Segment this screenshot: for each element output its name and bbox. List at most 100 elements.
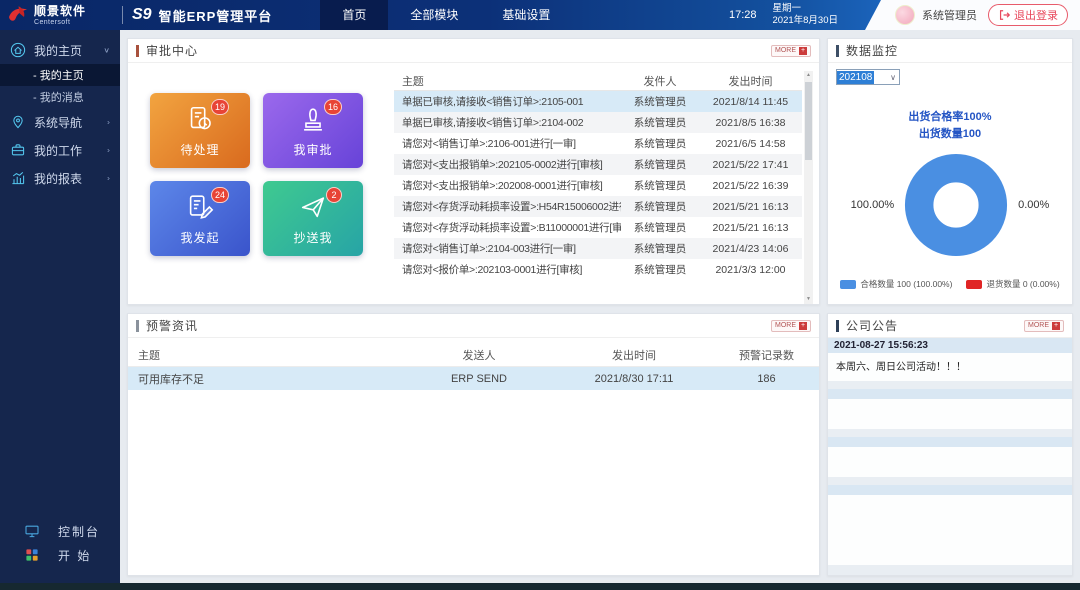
scroll-up-icon[interactable]: ▲ <box>804 71 813 80</box>
approval-row[interactable]: 请您对<支出报销单>:202105-0002进行[审核]系统管理员2021/5/… <box>394 154 802 175</box>
alerts-table: 主题发送人发出时间预警记录数 可用库存不足ERP SEND2021/8/30 1… <box>128 344 819 390</box>
chevron-down-icon: ∨ <box>103 46 110 55</box>
alerts-table-head: 主题发送人发出时间预警记录数 <box>128 344 819 367</box>
approval-row[interactable]: 请您对<存货浮动耗损率设置>:H54R15006002进行[审核]系统管理员20… <box>394 196 802 217</box>
monitor-legend: 合格数量 100 (100.00%) 退货数量 0 (0.00%) <box>836 278 1064 290</box>
message-subject: 请您对<支出报销单>:202105-0002进行[审核] <box>394 157 621 172</box>
announcement-item[interactable]: 2021-08-27 15:56:23本周六、周日公司活动！！！ <box>828 338 1072 381</box>
alerts-table-header: 主题发送人发出时间预警记录数 <box>128 344 819 367</box>
avatar[interactable] <box>895 5 915 25</box>
announcement-date <box>828 389 1072 399</box>
donut-right-label: 0.00% <box>1018 199 1049 211</box>
sidebar-item-label: 我的报表 <box>34 170 107 187</box>
sidebar-subitem-0-0[interactable]: - 我的主页 <box>0 64 120 86</box>
period-select[interactable]: 202108 ∨ <box>836 69 900 85</box>
sidebar-footer-item-1[interactable]: 开 始 <box>0 543 120 567</box>
chevron-right-icon: › <box>107 174 110 182</box>
alert-time: 2021/8/30 17:11 <box>554 373 714 385</box>
product-title: 智能ERP管理平台 <box>159 6 273 25</box>
data-monitor-panel: 数据监控 202108 ∨ 出货合格率100% 出货数量100 100.00% … <box>827 38 1073 305</box>
product-badge: S9 <box>132 6 152 24</box>
legend-label: 退货数量 0 (0.00%) <box>986 278 1059 290</box>
taskbar <box>0 583 1080 590</box>
alert-sender: ERP SEND <box>404 373 554 385</box>
start-icon <box>24 547 40 563</box>
approval-row[interactable]: 请您对<支出报销单>:202008-0001进行[审核]系统管理员2021/5/… <box>394 175 802 196</box>
column-header: 发件人 <box>621 73 699 89</box>
sidebar-item-1[interactable]: 系统导航› <box>0 108 120 136</box>
message-sender: 系统管理员 <box>621 115 699 130</box>
column-header: 发出时间 <box>554 347 714 363</box>
sidebar-item-0[interactable]: 我的主页∨ <box>0 36 120 64</box>
username: 系统管理员 <box>922 7 977 23</box>
approval-table: 主题发件人发出时间 单据已审核,请接收<销售订单>:2105-001系统管理员2… <box>394 71 813 304</box>
table-scrollbar[interactable]: ▲ ▼ <box>804 71 813 304</box>
console-icon <box>24 523 40 539</box>
announcement-item-empty <box>828 485 1072 565</box>
legend-item-0: 合格数量 100 (100.00%) <box>840 278 952 290</box>
badge-count: 24 <box>211 187 229 203</box>
approval-more-button[interactable]: MORE+ <box>771 45 811 57</box>
tile-stamp[interactable]: 16我审批 <box>263 93 363 168</box>
announcement-date <box>828 485 1072 495</box>
nav-tab-2[interactable]: 基础设置 <box>480 0 572 30</box>
legend-label: 合格数量 100 (100.00%) <box>860 278 952 290</box>
announcement-content <box>828 447 1072 477</box>
alerts-more-button[interactable]: MORE+ <box>771 320 811 332</box>
message-time: 2021/3/3 12:00 <box>699 264 802 276</box>
announcement-list: 2021-08-27 15:56:23本周六、周日公司活动！！！ <box>828 338 1072 575</box>
tile-send[interactable]: 2抄送我 <box>263 181 363 256</box>
message-sender: 系统管理员 <box>621 157 699 172</box>
alert-count: 186 <box>714 373 819 385</box>
alert-subject: 可用库存不足 <box>128 371 404 387</box>
approval-row[interactable]: 单据已审核,请接收<销售订单>:2104-002系统管理员2021/8/5 16… <box>394 112 802 133</box>
message-time: 2021/4/23 14:06 <box>699 243 802 255</box>
more-icon: + <box>799 47 807 55</box>
approval-table-head: 主题发件人发出时间 <box>394 71 802 91</box>
approval-row[interactable]: 请您对<销售订单>:2106-001进行[一审]系统管理员2021/6/5 14… <box>394 133 802 154</box>
tile-label: 待处理 <box>180 141 219 158</box>
brand-name: 顺景软件 <box>34 5 86 17</box>
message-sender: 系统管理员 <box>621 136 699 151</box>
approval-table-body: 单据已审核,请接收<销售订单>:2105-001系统管理员2021/8/14 1… <box>394 91 802 280</box>
legend-item-1: 退货数量 0 (0.00%) <box>966 278 1059 290</box>
donut-left-label: 100.00% <box>851 199 894 211</box>
tile-label: 我审批 <box>293 141 332 158</box>
alerts-title: 预警资讯 <box>146 317 198 334</box>
sidebar-subitem-0-1[interactable]: - 我的消息 <box>0 86 120 108</box>
sidebar-item-2[interactable]: 我的工作› <box>0 136 120 164</box>
approval-table-header: 主题发件人发出时间 <box>394 71 802 91</box>
tile-pending[interactable]: 19待处理 <box>150 93 250 168</box>
announcement-date: 2021-08-27 15:56:23 <box>828 338 1072 353</box>
app-logo: 顺景软件 Centersoft <box>0 3 120 27</box>
logout-button[interactable]: 退出登录 <box>988 4 1068 26</box>
message-subject: 请您对<销售订单>:2106-001进行[一审] <box>394 136 621 151</box>
message-subject: 请您对<存货浮动耗损率设置>:H54R15006002进行[审核] <box>394 199 621 214</box>
approval-row[interactable]: 请您对<报价单>:202103-0001进行[审核]系统管理员2021/3/3 … <box>394 259 802 280</box>
announcements-more-button[interactable]: MORE+ <box>1024 320 1064 332</box>
nav-tab-0[interactable]: 首页 <box>320 0 388 30</box>
nav-tab-1[interactable]: 全部模块 <box>388 0 480 30</box>
message-subject: 请您对<销售订单>:2104-003进行[一审] <box>394 241 621 256</box>
approval-tiles: 19待处理16我审批24我发起2抄送我 <box>128 63 388 304</box>
message-subject: 请您对<存货浮动耗损率设置>:B11000001进行[审核] <box>394 220 621 235</box>
sidebar-footer-item-0[interactable]: 控制台 <box>0 519 120 543</box>
approval-row[interactable]: 单据已审核,请接收<销售订单>:2105-001系统管理员2021/8/14 1… <box>394 91 802 112</box>
message-time: 2021/5/22 16:39 <box>699 180 802 192</box>
chevron-down-icon: ∨ <box>890 73 899 82</box>
scroll-thumb[interactable] <box>805 82 812 160</box>
tile-compose[interactable]: 24我发起 <box>150 181 250 256</box>
approval-center-panel: 审批中心 MORE+ 19待处理16我审批24我发起2抄送我 主题发件人发出时间… <box>127 38 820 305</box>
approval-row[interactable]: 请您对<销售订单>:2104-003进行[一审]系统管理员2021/4/23 1… <box>394 238 802 259</box>
message-time: 2021/8/14 11:45 <box>699 96 802 108</box>
approval-row[interactable]: 请您对<存货浮动耗损率设置>:B11000001进行[审核]系统管理员2021/… <box>394 217 802 238</box>
sidebar-item-label: 我的工作 <box>34 142 107 159</box>
alert-row[interactable]: 可用库存不足ERP SEND2021/8/30 17:11186 <box>128 367 819 390</box>
column-header: 预警记录数 <box>714 347 819 363</box>
message-subject: 请您对<支出报销单>:202008-0001进行[审核] <box>394 178 621 193</box>
chevron-right-icon: › <box>107 146 110 154</box>
column-header: 发出时间 <box>699 73 802 89</box>
sidebar-item-3[interactable]: 我的报表› <box>0 164 120 192</box>
scroll-down-icon[interactable]: ▼ <box>804 295 813 304</box>
more-icon: + <box>1052 322 1060 330</box>
